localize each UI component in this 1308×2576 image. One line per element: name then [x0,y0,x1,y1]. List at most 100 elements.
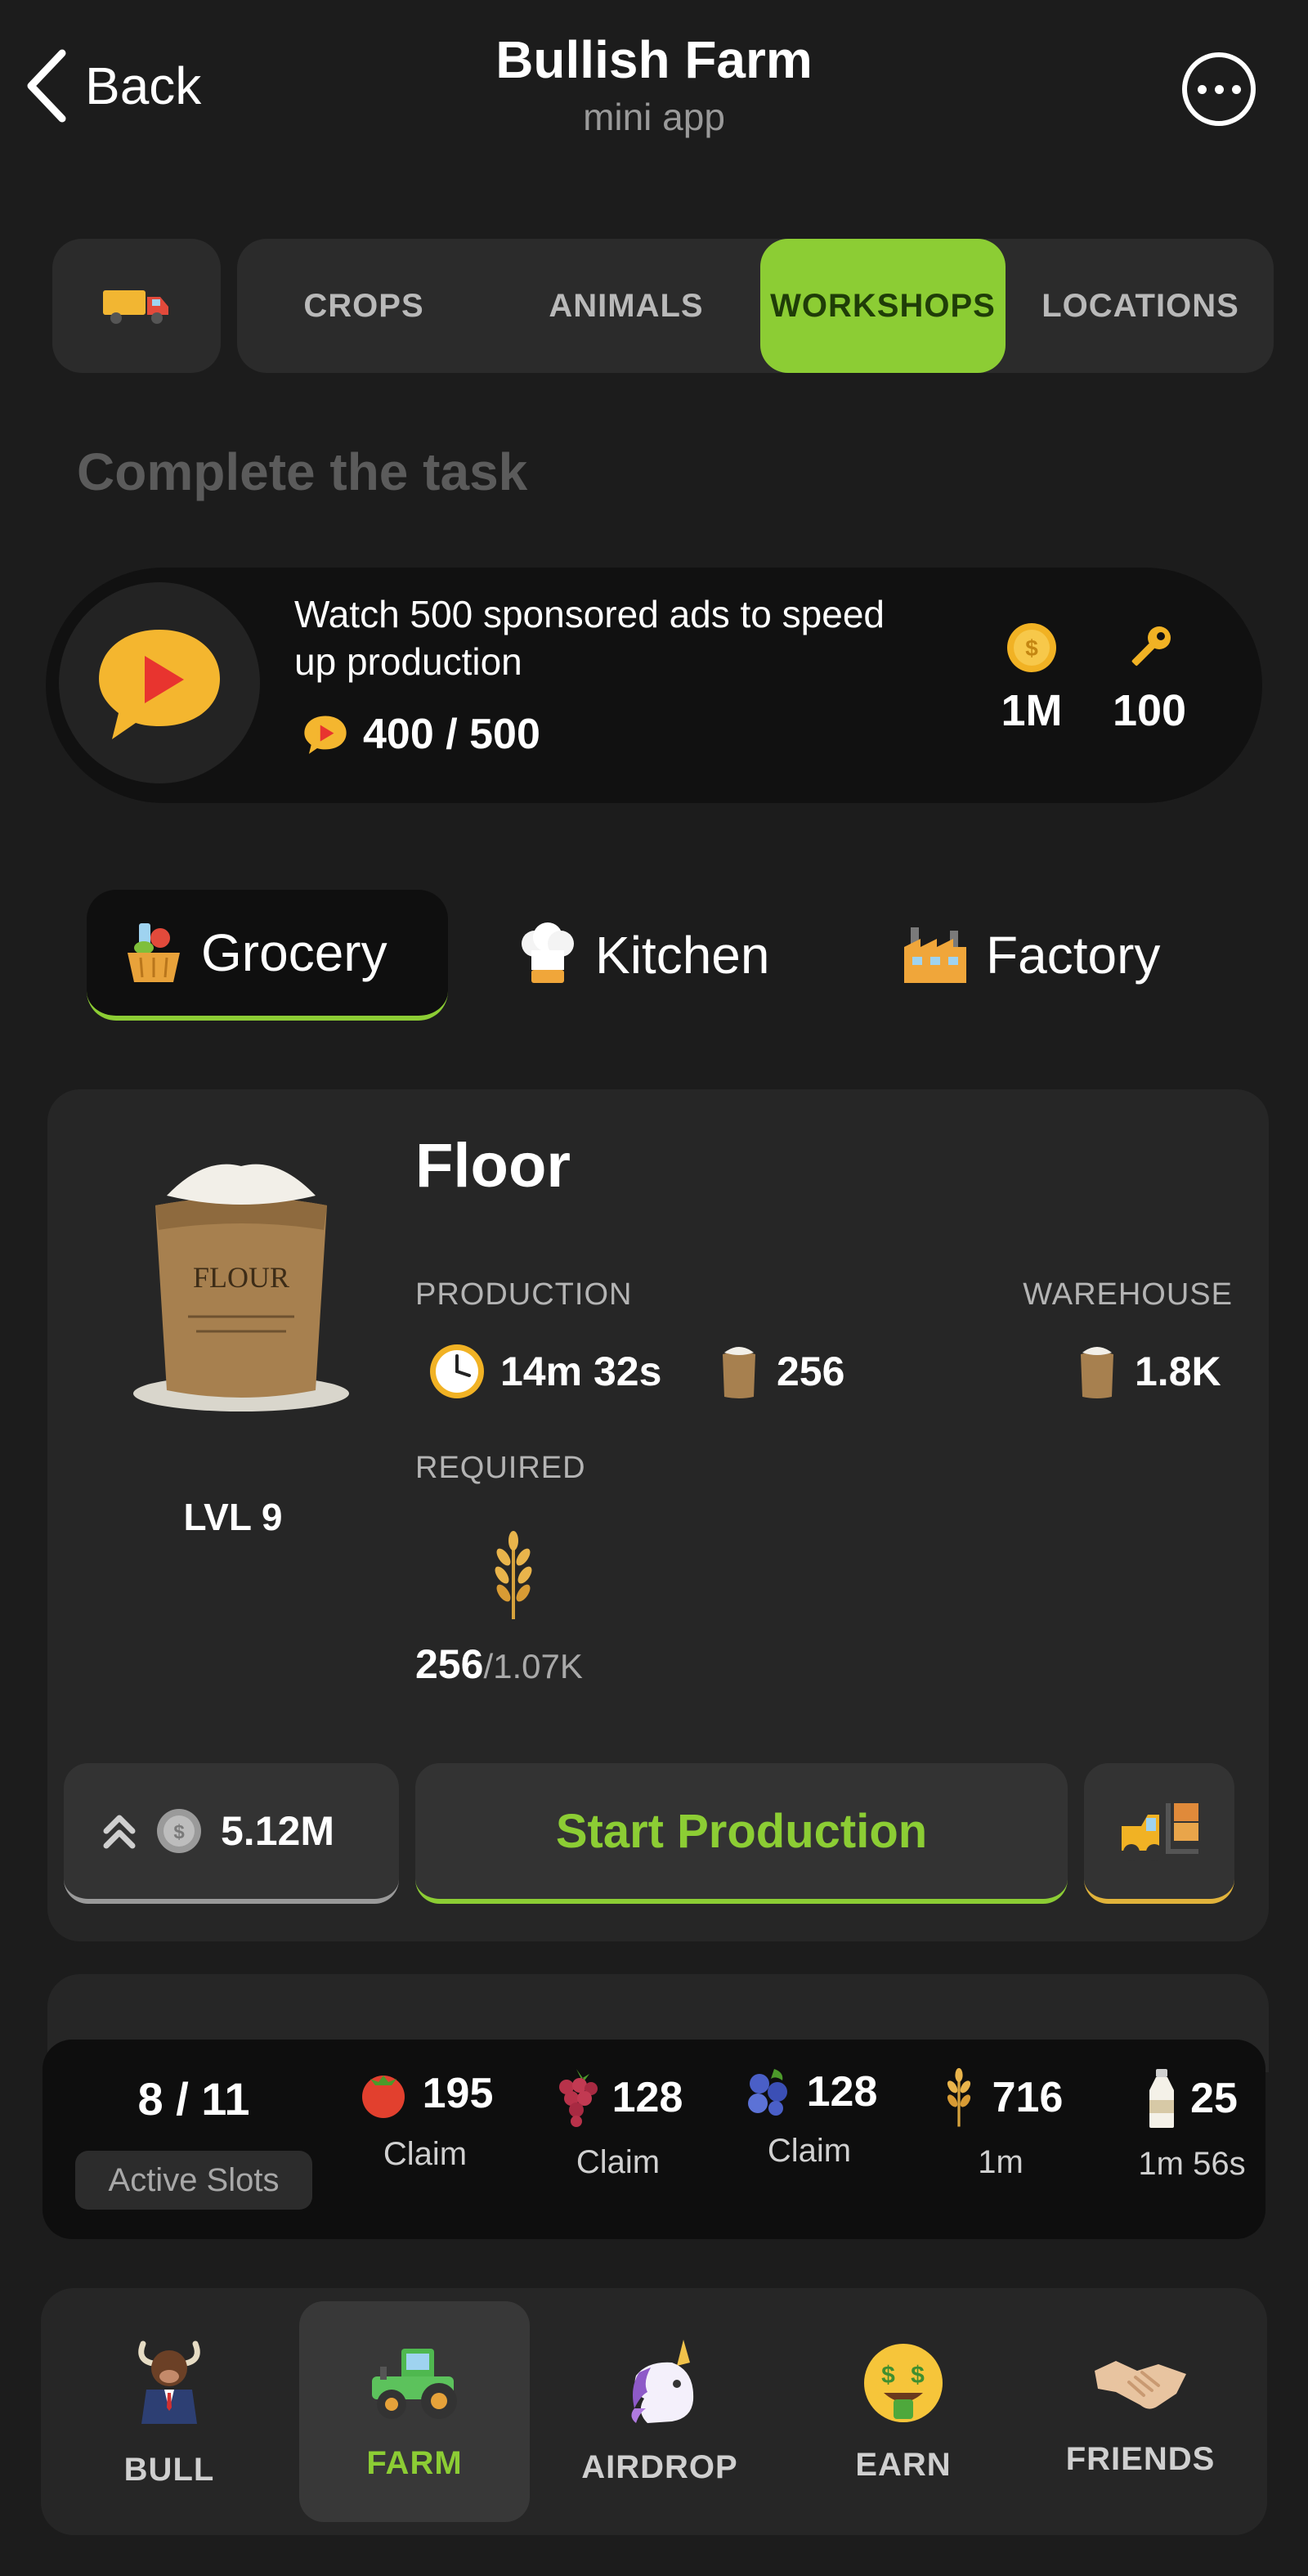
slot-item[interactable]: 195 Claim [327,2067,523,2173]
slot-status: Claim [383,2136,468,2172]
slot-value: 716 [992,2074,1064,2121]
nav-earn[interactable]: $ $ EARN [788,2301,1019,2522]
money-face-icon: $ $ [864,2343,943,2422]
production-output-value: 256 [777,1349,845,1394]
nav-label: EARN [855,2446,952,2483]
app-title: Bullish Farm [495,30,813,89]
tab-animals[interactable]: ANIMALS [499,239,754,373]
handshake-icon [1095,2360,1186,2409]
tab-workshops[interactable]: WORKSHOPS [760,239,1006,373]
upgrade-cost: 5.12M [221,1808,334,1854]
app-subtitle: mini app [583,96,725,138]
blueberries-icon [747,2069,787,2116]
nav-friends[interactable]: FRIENDS [1025,2301,1256,2522]
flour-sack-icon [1081,1347,1113,1398]
required-label: REQUIRED [415,1451,586,1485]
factory-icon [904,927,966,983]
warehouse-stock-value: 1.8K [1135,1349,1221,1394]
chevron-left-icon [27,49,66,123]
bull-icon [138,2340,200,2424]
video-ad-icon [304,716,347,754]
dot [1231,84,1241,94]
truck-icon [103,290,168,324]
product-level: LVL 9 [183,1496,283,1538]
category-tabs: CROPS ANIMALS WORKSHOPS LOCATIONS [237,239,1274,373]
nav-farm[interactable]: FARM [299,2301,530,2522]
slot-item[interactable]: 25 1m 56s [1094,2067,1265,2183]
grocery-basket-icon [128,923,180,982]
sack-label: FLOUR [193,1261,289,1294]
grapes-icon [558,2069,598,2127]
key-icon [1131,626,1171,666]
tab-locations[interactable]: LOCATIONS [1014,239,1267,373]
slot-item[interactable]: 128 Claim [711,2067,907,2170]
unicorn-icon [631,2339,694,2423]
nav-label: BULL [123,2451,215,2488]
production-output: 256 [716,1343,844,1400]
upgrade-button[interactable]: $ 5.12M [64,1763,399,1904]
slot-item[interactable]: 716 1m [903,2067,1099,2181]
task-progress: 400 / 500 [302,710,540,759]
reward-coins: $ 1M [991,622,1073,736]
task-icon-badge [59,582,260,783]
tractor-icon [372,2348,457,2419]
double-chevron-up-icon [103,1815,136,1849]
slot-item[interactable]: 128 Claim [520,2067,716,2181]
active-slots-label[interactable]: Active Slots [75,2151,312,2210]
back-label: Back [85,56,202,115]
production-time-value: 14m 32s [500,1349,662,1394]
back-button[interactable]: Back [25,45,201,127]
flour-sack-icon [723,1347,755,1398]
workshop-tab-kitchen[interactable]: Kitchen [481,890,840,1021]
nav-airdrop[interactable]: AIRDROP [544,2301,775,2522]
svg-text:$: $ [1025,635,1038,661]
delivery-truck-button[interactable] [52,239,221,373]
slot-value: 195 [422,2070,494,2117]
slot-status: 1m [978,2144,1024,2180]
dot [1214,84,1224,94]
warehouse-stock: 1.8K [1074,1343,1221,1400]
slot-status: 1m 56s [1138,2146,1246,2182]
reward-keys-value: 100 [1112,686,1187,735]
workshop-tab-grocery[interactable]: Grocery [87,890,448,1021]
product-name: Floor [415,1131,571,1200]
forklift-button[interactable] [1084,1763,1234,1904]
workshop-tab-factory[interactable]: Factory [865,890,1225,1021]
nav-label: AIRDROP [581,2448,738,2485]
required-amount: 256/1.07K [415,1640,583,1688]
warehouse-label: WAREHOUSE [1023,1277,1233,1312]
slot-value: 128 [611,2074,683,2121]
wheat-icon [495,1531,532,1619]
tab-crops[interactable]: CROPS [237,239,490,373]
task-description: Watch 500 sponsored ads to speed up prod… [294,593,885,683]
production-label: PRODUCTION [415,1277,633,1312]
start-production-button[interactable]: Start Production [415,1763,1068,1904]
production-time: 14m 32s [428,1343,661,1400]
task-progress-value: 400 / 500 [363,711,540,758]
svg-text:$: $ [881,2362,896,2389]
slot-value: 25 [1190,2075,1238,2122]
forklift-icon [1122,1803,1198,1860]
dot [1197,84,1207,94]
coin-icon: $ [1007,623,1056,672]
slot-status: Claim [767,2133,852,2169]
required-need: /1.07K [483,1647,583,1685]
tomato-icon [361,2076,405,2118]
bottom-navigation: BULL FARM AIRDROP $ $ EARN FRIENDS [41,2288,1267,2535]
active-slots-bar: 8 / 11 Active Slots 195 Claim 128 Claim [43,2040,1265,2239]
nav-bull[interactable]: BULL [54,2301,284,2522]
required-have: 256 [415,1641,484,1687]
clock-icon [430,1344,484,1398]
more-options-button[interactable] [1182,52,1256,126]
active-slots-count: 8 / 11 [137,2073,250,2125]
reward-coins-value: 1M [1001,686,1063,735]
workshop-tab-label: Factory [986,926,1161,985]
flour-sack-image: FLOUR [133,1164,349,1411]
workshop-tab-label: Grocery [201,923,387,982]
milk-bottle-icon [1149,2069,1175,2128]
wheat-icon [947,2067,970,2127]
svg-text:$: $ [173,1821,185,1843]
slot-status: Claim [576,2144,661,2180]
chef-hat-icon [522,922,574,983]
video-ad-icon [99,630,220,739]
